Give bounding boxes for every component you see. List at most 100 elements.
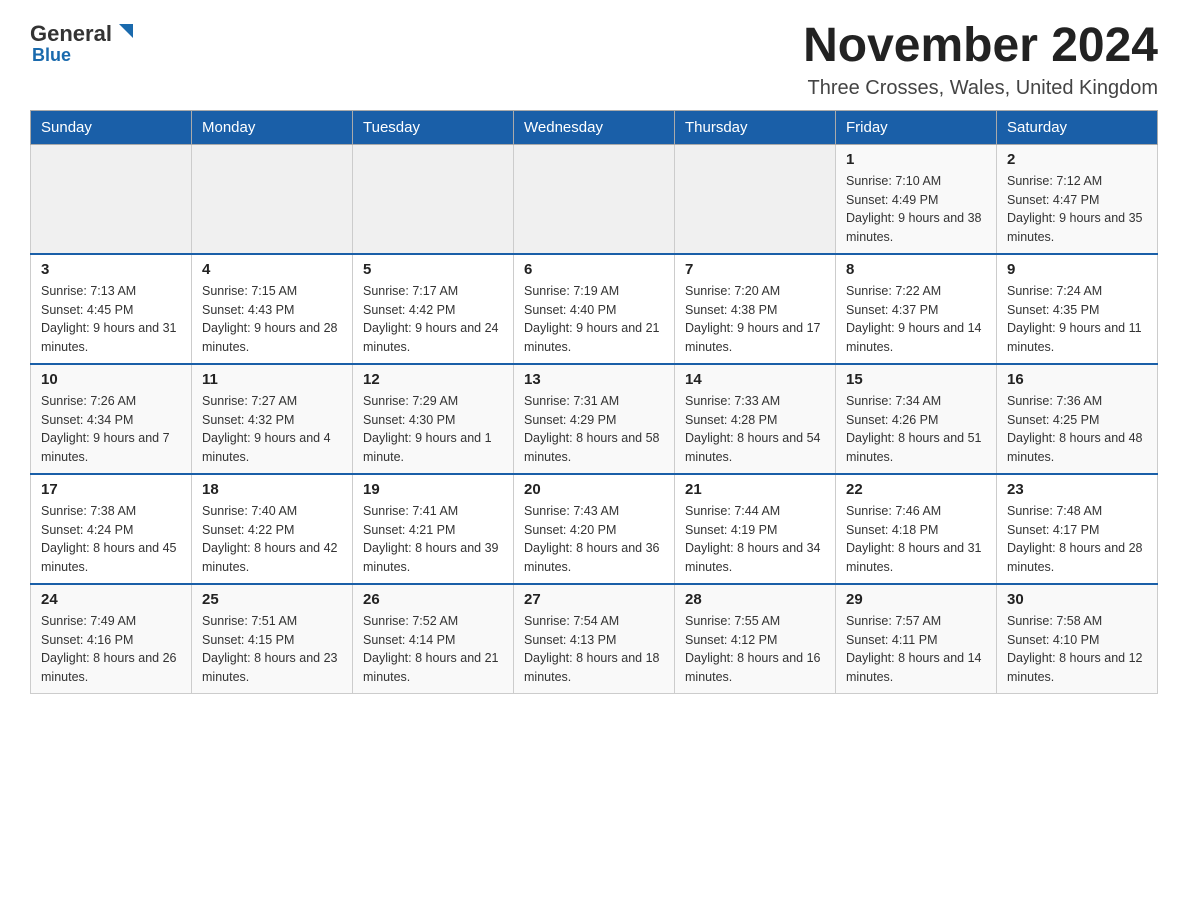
day-number: 12 bbox=[363, 371, 503, 388]
day-number: 20 bbox=[524, 481, 664, 498]
header: General Blue November 2024 Three Crosses… bbox=[30, 20, 1158, 100]
calendar-day-cell: 18 Sunrise: 7:40 AM Sunset: 4:22 PM Dayli… bbox=[192, 474, 353, 584]
calendar-week-row: 1 Sunrise: 7:10 AM Sunset: 4:49 PM Daylig… bbox=[31, 144, 1158, 254]
calendar-day-cell: 6 Sunrise: 7:19 AM Sunset: 4:40 PM Daylig… bbox=[514, 254, 675, 364]
day-info: Sunrise: 7:54 AM Sunset: 4:13 PM Dayligh… bbox=[524, 612, 664, 687]
page-title: November 2024 bbox=[803, 20, 1158, 73]
day-info: Sunrise: 7:49 AM Sunset: 4:16 PM Dayligh… bbox=[41, 612, 181, 687]
calendar-day-cell: 17Sunrise: 7:38 AM Sunset: 4:24 PM Dayli… bbox=[31, 474, 192, 584]
calendar-day-cell bbox=[514, 144, 675, 254]
calendar-day-cell: 8 Sunrise: 7:22 AM Sunset: 4:37 PM Daylig… bbox=[836, 254, 997, 364]
calendar-week-row: 3 Sunrise: 7:13 AM Sunset: 4:45 PM Daylig… bbox=[31, 254, 1158, 364]
day-info: Sunrise: 7:48 AM Sunset: 4:17 PM Dayligh… bbox=[1007, 502, 1147, 577]
header-thursday: Thursday bbox=[675, 110, 836, 144]
day-info: Sunrise: 7:40 AM Sunset: 4:22 PM Dayligh… bbox=[202, 502, 342, 577]
day-number: 4 bbox=[202, 261, 342, 278]
day-number: 13 bbox=[524, 371, 664, 388]
calendar-day-cell bbox=[353, 144, 514, 254]
calendar-day-cell bbox=[192, 144, 353, 254]
header-tuesday: Tuesday bbox=[353, 110, 514, 144]
header-wednesday: Wednesday bbox=[514, 110, 675, 144]
logo-general: General bbox=[30, 23, 112, 45]
calendar-day-cell: 1 Sunrise: 7:10 AM Sunset: 4:49 PM Daylig… bbox=[836, 144, 997, 254]
header-monday: Monday bbox=[192, 110, 353, 144]
header-friday: Friday bbox=[836, 110, 997, 144]
calendar-day-cell bbox=[675, 144, 836, 254]
calendar-day-cell: 30 Sunrise: 7:58 AM Sunset: 4:10 PM Dayli… bbox=[997, 584, 1158, 694]
day-number: 16 bbox=[1007, 371, 1147, 388]
day-info: Sunrise: 7:19 AM Sunset: 4:40 PM Dayligh… bbox=[524, 282, 664, 357]
day-info: Sunrise: 7:46 AM Sunset: 4:18 PM Dayligh… bbox=[846, 502, 986, 577]
calendar-day-cell: 13 Sunrise: 7:31 AM Sunset: 4:29 PM Dayli… bbox=[514, 364, 675, 474]
day-number: 9 bbox=[1007, 261, 1147, 278]
calendar-day-cell: 16 Sunrise: 7:36 AM Sunset: 4:25 PM Dayli… bbox=[997, 364, 1158, 474]
calendar-day-cell: 14 Sunrise: 7:33 AM Sunset: 4:28 PM Dayli… bbox=[675, 364, 836, 474]
calendar-day-cell bbox=[31, 144, 192, 254]
day-number: 7 bbox=[685, 261, 825, 278]
day-number: 26 bbox=[363, 591, 503, 608]
calendar-day-cell: 21Sunrise: 7:44 AM Sunset: 4:19 PM Dayli… bbox=[675, 474, 836, 584]
calendar-day-cell: 4 Sunrise: 7:15 AM Sunset: 4:43 PM Daylig… bbox=[192, 254, 353, 364]
day-info: Sunrise: 7:15 AM Sunset: 4:43 PM Dayligh… bbox=[202, 282, 342, 357]
day-info: Sunrise: 7:26 AM Sunset: 4:34 PM Dayligh… bbox=[41, 392, 181, 467]
day-info: Sunrise: 7:29 AM Sunset: 4:30 PM Dayligh… bbox=[363, 392, 503, 467]
day-info: Sunrise: 7:33 AM Sunset: 4:28 PM Dayligh… bbox=[685, 392, 825, 467]
calendar-day-cell: 24Sunrise: 7:49 AM Sunset: 4:16 PM Dayli… bbox=[31, 584, 192, 694]
calendar-day-cell: 19Sunrise: 7:41 AM Sunset: 4:21 PM Dayli… bbox=[353, 474, 514, 584]
day-number: 30 bbox=[1007, 591, 1147, 608]
day-info: Sunrise: 7:58 AM Sunset: 4:10 PM Dayligh… bbox=[1007, 612, 1147, 687]
calendar-week-row: 17Sunrise: 7:38 AM Sunset: 4:24 PM Dayli… bbox=[31, 474, 1158, 584]
calendar-day-cell: 7 Sunrise: 7:20 AM Sunset: 4:38 PM Daylig… bbox=[675, 254, 836, 364]
day-number: 10 bbox=[41, 371, 181, 388]
day-number: 25 bbox=[202, 591, 342, 608]
day-number: 23 bbox=[1007, 481, 1147, 498]
day-info: Sunrise: 7:44 AM Sunset: 4:19 PM Dayligh… bbox=[685, 502, 825, 577]
day-number: 1 bbox=[846, 151, 986, 168]
header-saturday: Saturday bbox=[997, 110, 1158, 144]
calendar-day-cell: 3 Sunrise: 7:13 AM Sunset: 4:45 PM Daylig… bbox=[31, 254, 192, 364]
day-info: Sunrise: 7:41 AM Sunset: 4:21 PM Dayligh… bbox=[363, 502, 503, 577]
title-area: November 2024 Three Crosses, Wales, Unit… bbox=[803, 20, 1158, 100]
page-subtitle: Three Crosses, Wales, United Kingdom bbox=[803, 77, 1158, 100]
day-info: Sunrise: 7:57 AM Sunset: 4:11 PM Dayligh… bbox=[846, 612, 986, 687]
calendar-day-cell: 12 Sunrise: 7:29 AM Sunset: 4:30 PM Dayli… bbox=[353, 364, 514, 474]
day-info: Sunrise: 7:10 AM Sunset: 4:49 PM Dayligh… bbox=[846, 172, 986, 247]
day-info: Sunrise: 7:34 AM Sunset: 4:26 PM Dayligh… bbox=[846, 392, 986, 467]
day-number: 6 bbox=[524, 261, 664, 278]
logo: General Blue bbox=[30, 20, 137, 66]
day-number: 15 bbox=[846, 371, 986, 388]
header-sunday: Sunday bbox=[31, 110, 192, 144]
day-info: Sunrise: 7:20 AM Sunset: 4:38 PM Dayligh… bbox=[685, 282, 825, 357]
day-info: Sunrise: 7:31 AM Sunset: 4:29 PM Dayligh… bbox=[524, 392, 664, 467]
calendar-day-cell: 28 Sunrise: 7:55 AM Sunset: 4:12 PM Dayli… bbox=[675, 584, 836, 694]
day-info: Sunrise: 7:22 AM Sunset: 4:37 PM Dayligh… bbox=[846, 282, 986, 357]
calendar-week-row: 10 Sunrise: 7:26 AM Sunset: 4:34 PM Dayli… bbox=[31, 364, 1158, 474]
day-number: 3 bbox=[41, 261, 181, 278]
calendar-day-cell: 11Sunrise: 7:27 AM Sunset: 4:32 PM Dayli… bbox=[192, 364, 353, 474]
calendar-table: Sunday Monday Tuesday Wednesday Thursday… bbox=[30, 110, 1158, 694]
day-number: 11 bbox=[202, 371, 342, 388]
day-number: 28 bbox=[685, 591, 825, 608]
day-info: Sunrise: 7:24 AM Sunset: 4:35 PM Dayligh… bbox=[1007, 282, 1147, 357]
day-number: 18 bbox=[202, 481, 342, 498]
calendar-day-cell: 15 Sunrise: 7:34 AM Sunset: 4:26 PM Dayli… bbox=[836, 364, 997, 474]
day-info: Sunrise: 7:55 AM Sunset: 4:12 PM Dayligh… bbox=[685, 612, 825, 687]
day-info: Sunrise: 7:17 AM Sunset: 4:42 PM Dayligh… bbox=[363, 282, 503, 357]
day-info: Sunrise: 7:52 AM Sunset: 4:14 PM Dayligh… bbox=[363, 612, 503, 687]
day-number: 2 bbox=[1007, 151, 1147, 168]
calendar-week-row: 24Sunrise: 7:49 AM Sunset: 4:16 PM Dayli… bbox=[31, 584, 1158, 694]
calendar-day-cell: 10 Sunrise: 7:26 AM Sunset: 4:34 PM Dayli… bbox=[31, 364, 192, 474]
day-number: 5 bbox=[363, 261, 503, 278]
day-info: Sunrise: 7:43 AM Sunset: 4:20 PM Dayligh… bbox=[524, 502, 664, 577]
calendar-day-cell: 9 Sunrise: 7:24 AM Sunset: 4:35 PM Daylig… bbox=[997, 254, 1158, 364]
day-info: Sunrise: 7:51 AM Sunset: 4:15 PM Dayligh… bbox=[202, 612, 342, 687]
day-info: Sunrise: 7:36 AM Sunset: 4:25 PM Dayligh… bbox=[1007, 392, 1147, 467]
day-info: Sunrise: 7:12 AM Sunset: 4:47 PM Dayligh… bbox=[1007, 172, 1147, 247]
day-number: 14 bbox=[685, 371, 825, 388]
day-info: Sunrise: 7:13 AM Sunset: 4:45 PM Dayligh… bbox=[41, 282, 181, 357]
day-number: 8 bbox=[846, 261, 986, 278]
calendar-day-cell: 2 Sunrise: 7:12 AM Sunset: 4:47 PM Daylig… bbox=[997, 144, 1158, 254]
day-number: 27 bbox=[524, 591, 664, 608]
day-number: 17 bbox=[41, 481, 181, 498]
calendar-day-cell: 29Sunrise: 7:57 AM Sunset: 4:11 PM Dayli… bbox=[836, 584, 997, 694]
